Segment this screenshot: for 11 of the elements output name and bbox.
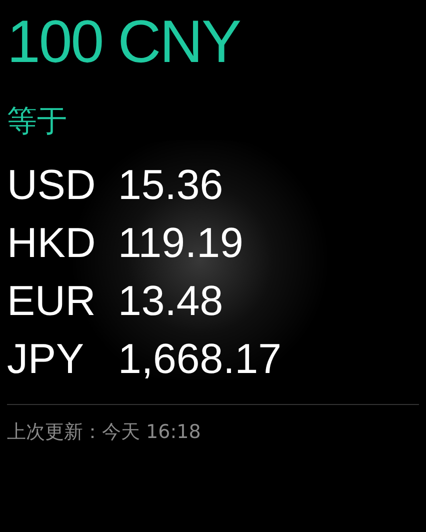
- currency-code: USD: [7, 160, 97, 210]
- last-updated-text: 上次更新：今天 16:18: [7, 420, 202, 445]
- currency-value: 1,668.17: [118, 334, 282, 384]
- equals-label: 等于: [7, 103, 68, 141]
- currency-value: 119.19: [118, 218, 244, 268]
- currency-code: EUR: [7, 276, 97, 326]
- amount-title: 100 CNY: [7, 7, 241, 77]
- currency-code: HKD: [7, 218, 97, 268]
- currency-value: 13.48: [118, 276, 224, 326]
- currency-value: 15.36: [118, 160, 224, 210]
- currency-code: JPY: [7, 334, 86, 384]
